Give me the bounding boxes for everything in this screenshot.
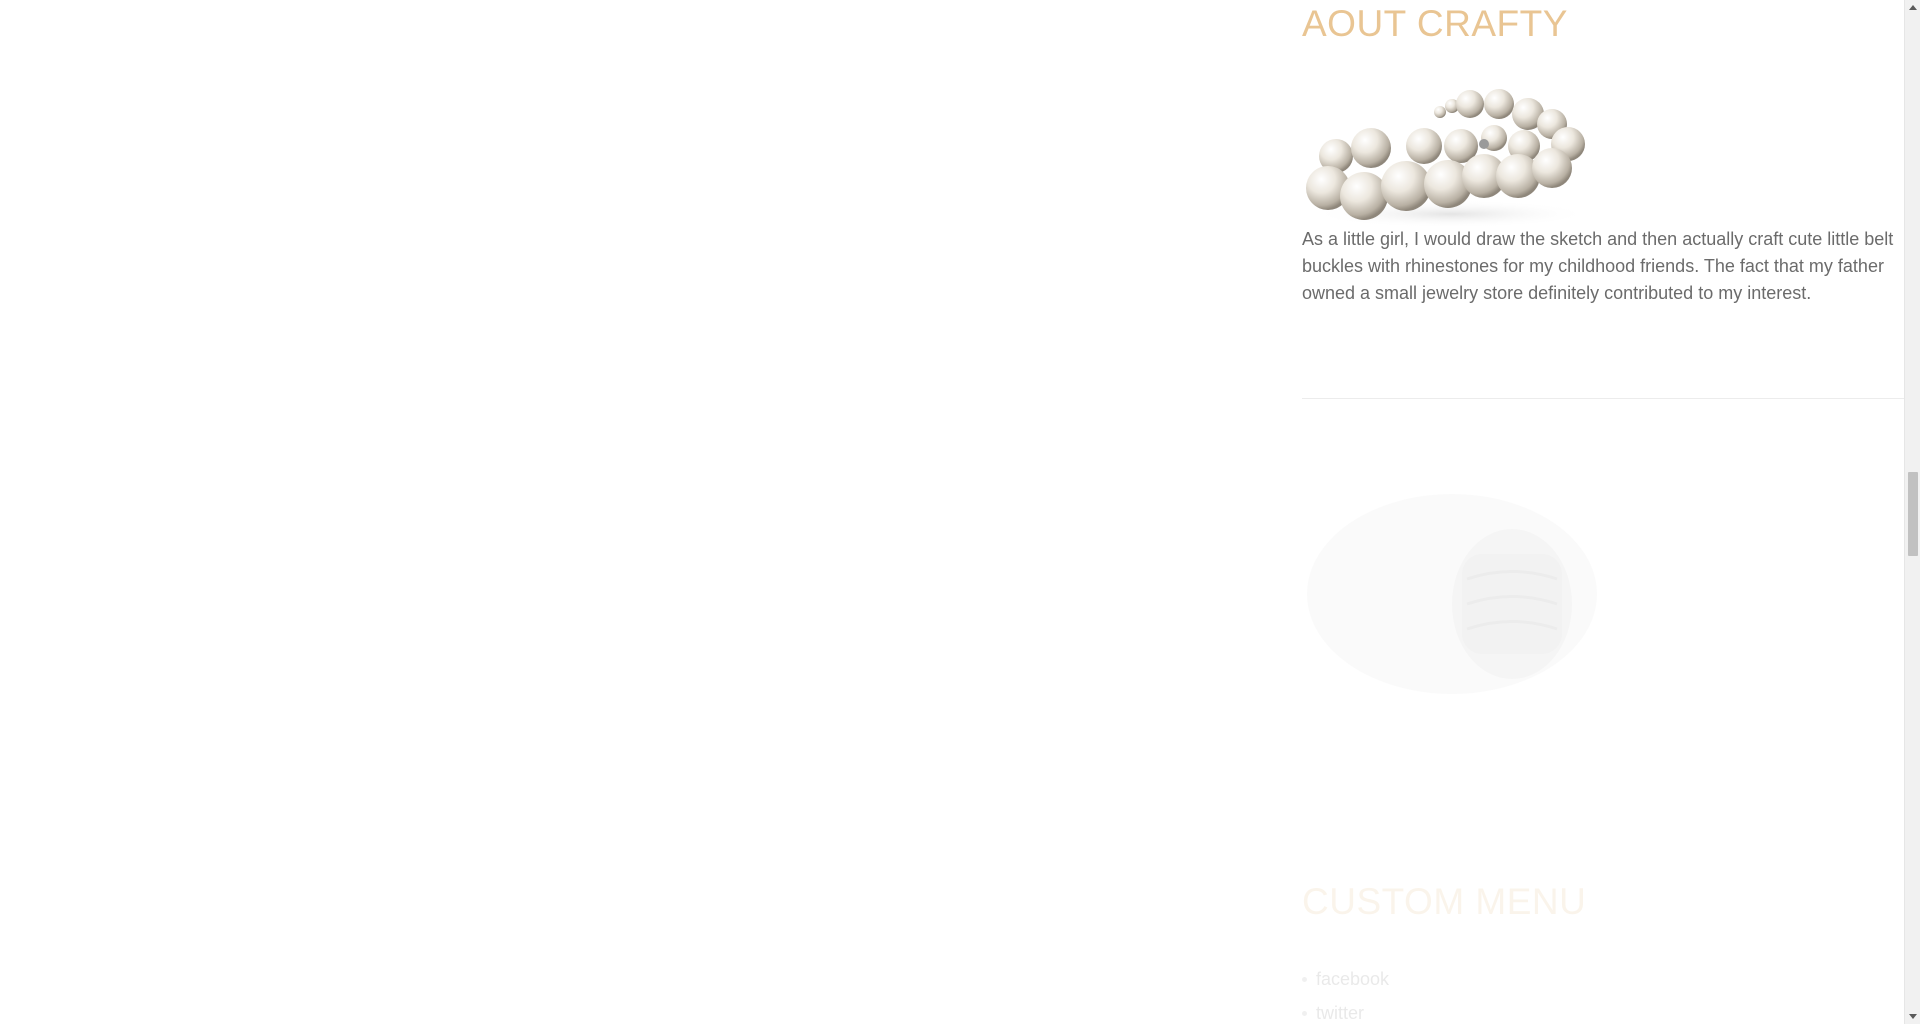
menu-item-label[interactable]: facebook [1316, 962, 1389, 996]
menu-item-twitter[interactable]: twitter [1302, 996, 1389, 1024]
about-text: As a little girl, I would draw the sketc… [1302, 229, 1894, 303]
silver-cuff-bracelet-image [1302, 484, 1602, 706]
scrollbar-thumb[interactable] [1908, 472, 1918, 556]
menu-item-label[interactable]: twitter [1316, 996, 1364, 1024]
menu-item-facebook[interactable]: facebook [1302, 962, 1389, 996]
section-divider [1302, 398, 1904, 399]
vertical-scrollbar[interactable] [1904, 0, 1920, 1024]
custom-menu-list: facebook twitter [1302, 962, 1389, 1024]
pearl-bracelet-image [1306, 86, 1596, 231]
scroll-down-arrow-icon[interactable] [1909, 1014, 1917, 1019]
bullet-icon [1302, 976, 1307, 982]
about-widget-title: AOUT CRAFTY [1302, 3, 1568, 44]
bullet-icon [1302, 1010, 1307, 1016]
custom-menu-title: CUSTOM MENU [1302, 881, 1587, 922]
scroll-up-arrow-icon[interactable] [1909, 5, 1917, 10]
